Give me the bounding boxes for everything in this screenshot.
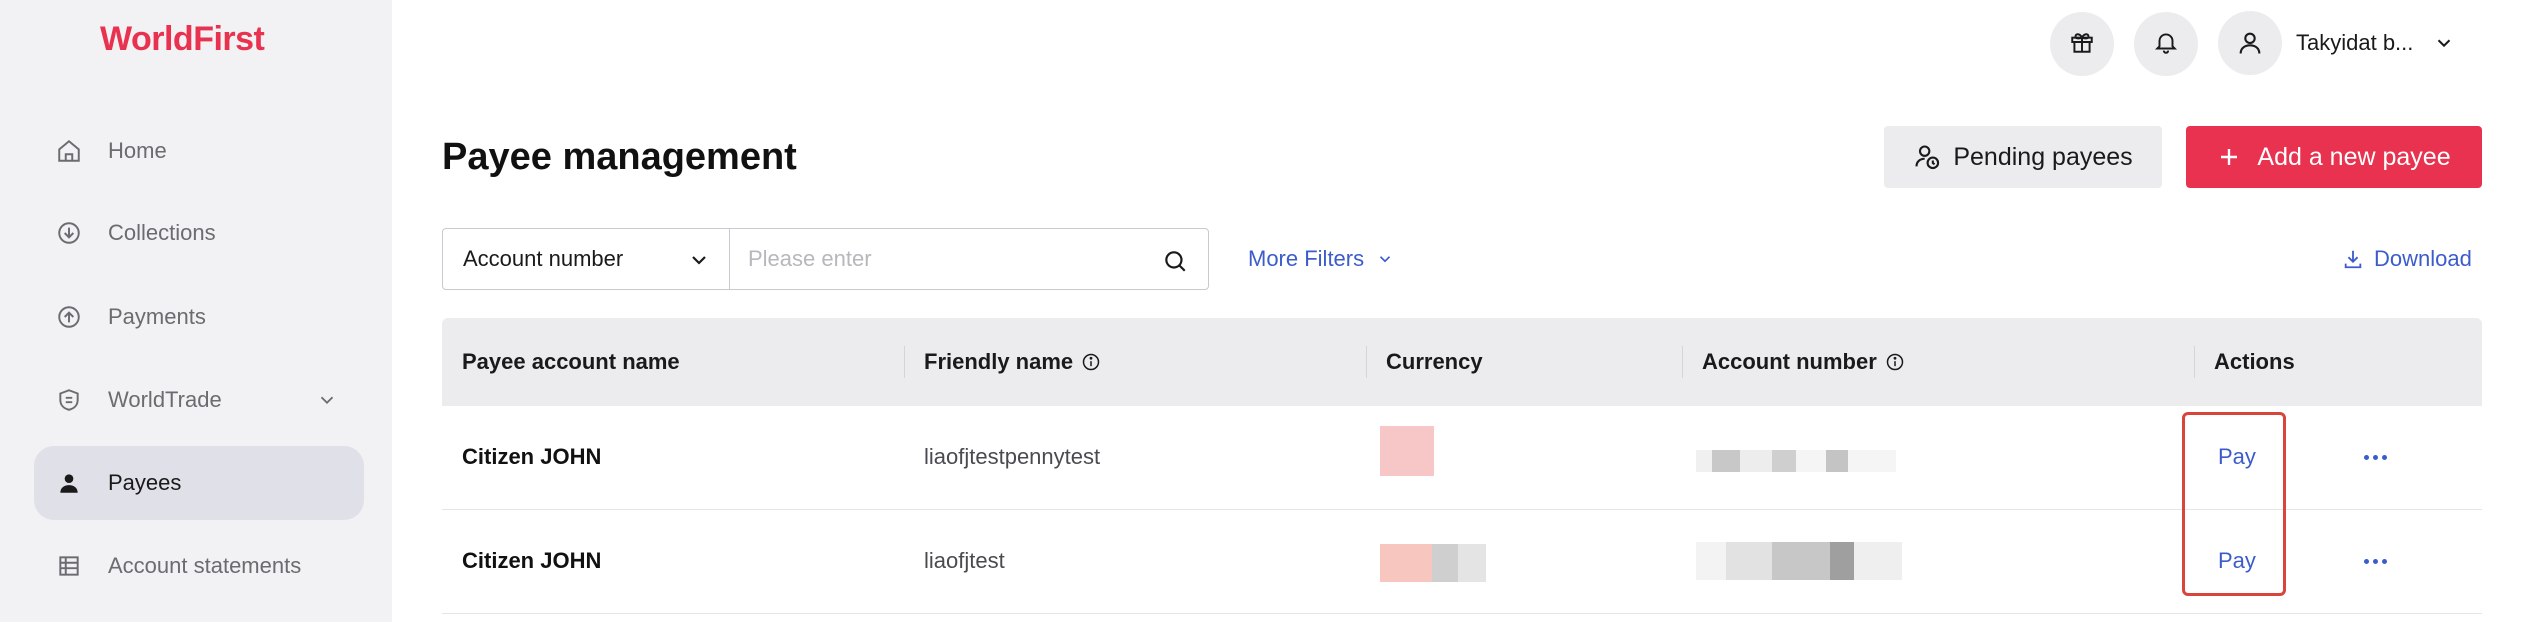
gift-icon (2069, 29, 2095, 60)
statements-icon (54, 551, 84, 581)
column-header-label: Account number (1702, 349, 1877, 374)
more-actions-button[interactable] (2364, 510, 2387, 612)
sidebar-item-worldtrade[interactable]: WorldTrade (34, 363, 364, 437)
payees-icon (54, 468, 84, 498)
pay-link[interactable]: Pay (2218, 510, 2256, 612)
sidebar-item-account-statements[interactable]: Account statements (34, 529, 364, 603)
column-header-account-number: Account number (1702, 318, 1905, 406)
column-header-label: Currency (1386, 349, 1483, 374)
download-link[interactable]: Download (2342, 246, 2472, 272)
page-title: Payee management (442, 136, 797, 178)
account-number-redacted (1696, 542, 1902, 580)
worldfirst-logo[interactable]: WorldFirst (100, 20, 265, 59)
column-divider (1682, 346, 1683, 378)
chevron-down-icon (1376, 250, 1394, 268)
friendly-name: liaofjtestpennytest (924, 444, 1101, 469)
sidebar-item-payments[interactable]: Payments (34, 280, 364, 354)
sidebar-item-collections[interactable]: Collections (34, 196, 364, 270)
more-filters-link[interactable]: More Filters (1248, 246, 1394, 272)
user-name: Takyidat b... (2296, 30, 2414, 55)
sidebar-item-label: WorldTrade (108, 387, 222, 412)
sidebar-item-label: Payees (108, 470, 182, 495)
add-payee-label: Add a new payee (2257, 142, 2451, 171)
column-divider (904, 346, 905, 378)
payments-icon (54, 302, 84, 332)
pending-payees-button[interactable]: Pending payees (1884, 126, 2162, 188)
user-icon (2218, 11, 2282, 75)
payee-account-name: Citizen JOHN (462, 548, 602, 573)
search-box (729, 228, 1209, 290)
column-header-payee-account-name: Payee account name (462, 318, 680, 406)
more-horizontal-icon (2364, 558, 2387, 564)
search-input[interactable] (748, 246, 1148, 272)
sidebar: WorldFirst Home Collections Payments Wor… (0, 0, 392, 622)
sidebar-item-label: Collections (108, 220, 216, 245)
table-header: Payee account name Friendly name Currenc… (442, 318, 2482, 406)
column-header-actions: Actions (2214, 318, 2295, 406)
sidebar-item-label: Payments (108, 304, 206, 329)
worldtrade-icon (54, 385, 84, 415)
table-row[interactable]: Citizen JOHN liaofjtest Pay (442, 510, 2482, 614)
notifications-button[interactable] (2134, 12, 2198, 76)
column-divider (2194, 346, 2195, 378)
filter-field-select[interactable]: Account number (442, 228, 730, 290)
collections-icon (54, 218, 84, 248)
main-content: Takyidat b... Payee management Pending p… (392, 0, 2532, 622)
column-header-currency: Currency (1386, 318, 1483, 406)
currency-redacted (1380, 544, 1486, 582)
pay-label: Pay (2218, 444, 2256, 469)
plus-icon (2217, 145, 2241, 169)
more-horizontal-icon (2364, 454, 2387, 460)
currency-redacted (1380, 426, 1434, 476)
download-icon (2342, 248, 2364, 270)
friendly-name: liaofjtest (924, 548, 1005, 573)
pending-user-icon (1913, 143, 1941, 171)
account-number-redacted (1696, 450, 1896, 472)
chevron-down-icon[interactable] (2433, 32, 2455, 54)
column-header-label: Friendly name (924, 349, 1074, 374)
gift-button[interactable] (2050, 12, 2114, 76)
sidebar-item-payees[interactable]: Payees (34, 446, 364, 520)
info-icon[interactable] (1081, 352, 1101, 372)
more-filters-label: More Filters (1248, 246, 1365, 271)
info-icon[interactable] (1885, 352, 1905, 372)
column-header-friendly-name: Friendly name (924, 318, 1101, 406)
sidebar-item-home[interactable]: Home (34, 114, 364, 188)
download-label: Download (2374, 246, 2472, 271)
sidebar-item-label: Home (108, 138, 167, 163)
bell-icon (2153, 29, 2179, 60)
add-payee-button[interactable]: Add a new payee (2186, 126, 2482, 188)
filter-select-value: Account number (463, 246, 624, 271)
chevron-down-icon[interactable] (316, 389, 338, 411)
sidebar-item-label: Account statements (108, 553, 302, 578)
pending-payees-label: Pending payees (1953, 142, 2133, 171)
pay-link[interactable]: Pay (2218, 406, 2256, 508)
home-icon (54, 136, 84, 166)
table-row[interactable]: Citizen JOHN liaofjtestpennytest Pay (442, 406, 2482, 510)
user-menu[interactable]: Takyidat b... (2218, 10, 2488, 76)
column-header-label: Actions (2214, 349, 2295, 374)
search-icon[interactable] (1162, 248, 1188, 279)
payee-account-name: Citizen JOHN (462, 444, 602, 469)
chevron-down-icon (687, 248, 711, 278)
payees-table: Payee account name Friendly name Currenc… (442, 318, 2482, 614)
more-actions-button[interactable] (2364, 406, 2387, 508)
column-divider (1366, 346, 1367, 378)
pay-label: Pay (2218, 548, 2256, 573)
column-header-label: Payee account name (462, 349, 680, 374)
